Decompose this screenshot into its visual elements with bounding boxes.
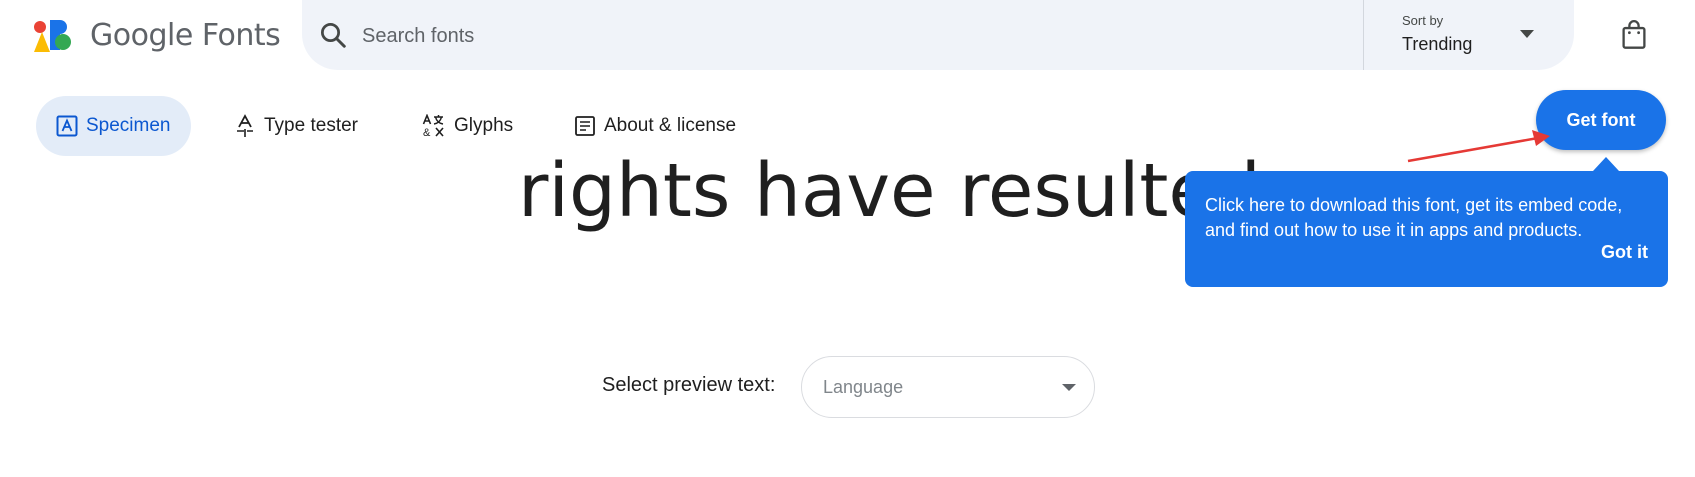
- search-input[interactable]: [360, 18, 1344, 54]
- tab-about-label: About & license: [604, 115, 737, 136]
- tab-glyphs-label: Glyphs: [454, 115, 514, 136]
- got-it-button[interactable]: Got it: [1601, 240, 1648, 265]
- shopping-bag-icon[interactable]: [1620, 20, 1648, 50]
- type-tester-icon: [237, 114, 253, 137]
- about-icon: [575, 116, 595, 136]
- annotation-arrow-icon: [1407, 130, 1550, 163]
- tooltip-pointer: [1593, 157, 1619, 171]
- brand-title[interactable]: Google Fonts: [90, 18, 281, 53]
- preview-text-label: Select preview text:: [602, 374, 776, 396]
- tooltip-text-line-2: and find out how to use it in apps and p…: [1205, 220, 1583, 240]
- tab-type-tester-label: Type tester: [264, 115, 358, 136]
- get-font-tooltip: Click here to download this font, get it…: [1185, 171, 1668, 287]
- search-icon[interactable]: [318, 20, 348, 50]
- tab-specimen-label: Specimen: [86, 115, 171, 136]
- chevron-down-icon[interactable]: [1520, 30, 1534, 38]
- sort-value[interactable]: Trending: [1402, 34, 1472, 55]
- tab-type-tester[interactable]: Type tester: [214, 96, 378, 156]
- tab-specimen[interactable]: Specimen: [36, 96, 191, 156]
- language-placeholder[interactable]: Language: [823, 377, 903, 398]
- glyphs-icon: &: [422, 114, 444, 138]
- svg-text:&: &: [423, 127, 431, 138]
- tooltip-text-line-1: Click here to download this font, get it…: [1205, 195, 1623, 215]
- chevron-down-icon[interactable]: [1062, 384, 1076, 391]
- tab-about-license[interactable]: About & license: [554, 96, 756, 156]
- preview-text[interactable]: rights have resulted: [518, 148, 1261, 234]
- tab-glyphs[interactable]: & Glyphs: [402, 96, 533, 156]
- google-fonts-logo[interactable]: [32, 18, 74, 52]
- specimen-icon: [56, 115, 78, 137]
- sort-label: Sort by: [1402, 13, 1444, 28]
